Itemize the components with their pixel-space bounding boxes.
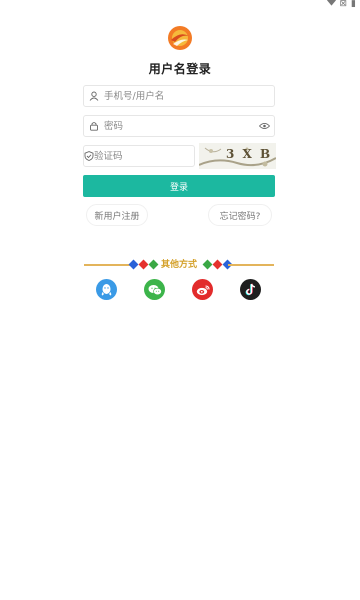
other-methods-label: 其他方式: [160, 260, 197, 270]
captcha-input[interactable]: [94, 146, 216, 166]
app-logo: [168, 26, 192, 50]
divider-line-right: [228, 264, 274, 266]
tiktok-login-button[interactable]: [240, 279, 261, 300]
diamond-blue: [128, 259, 139, 270]
qq-icon: [101, 283, 112, 295]
other-methods-divider: 其他方式: [84, 258, 274, 272]
wechat-icon: [148, 284, 162, 295]
weibo-icon: [196, 285, 209, 295]
user-icon: [84, 91, 104, 101]
page-title: 用户名登录: [148, 62, 212, 76]
username-field: [83, 85, 275, 107]
forgot-password-link[interactable]: 忘记密码?: [208, 204, 272, 226]
lock-icon: [84, 121, 104, 131]
username-input[interactable]: [104, 86, 274, 106]
captcha-field: [83, 145, 216, 167]
battery-icon: ▮: [351, 0, 356, 9]
qq-login-button[interactable]: [96, 279, 117, 300]
password-field: [83, 115, 275, 137]
status-bar: ⊠ ▮: [0, 0, 360, 12]
login-button[interactable]: 登录: [83, 175, 275, 197]
eye-icon[interactable]: [254, 122, 274, 130]
password-input[interactable]: [104, 116, 254, 136]
diamond-green: [202, 259, 213, 270]
wechat-login-button[interactable]: [144, 279, 165, 300]
divider-line-left: [84, 264, 130, 266]
register-link[interactable]: 新用户注册: [86, 204, 148, 226]
signal-icon: ⊠: [339, 0, 348, 9]
diamond-red: [138, 259, 149, 270]
diamond-red: [212, 259, 223, 270]
captcha-image[interactable]: 3 X B: [199, 143, 276, 169]
weibo-login-button[interactable]: [192, 279, 213, 300]
tiktok-icon: [245, 283, 255, 296]
wifi-icon: [326, 0, 336, 10]
captcha-text: 3 X B: [226, 147, 273, 161]
shield-icon: [84, 151, 94, 161]
